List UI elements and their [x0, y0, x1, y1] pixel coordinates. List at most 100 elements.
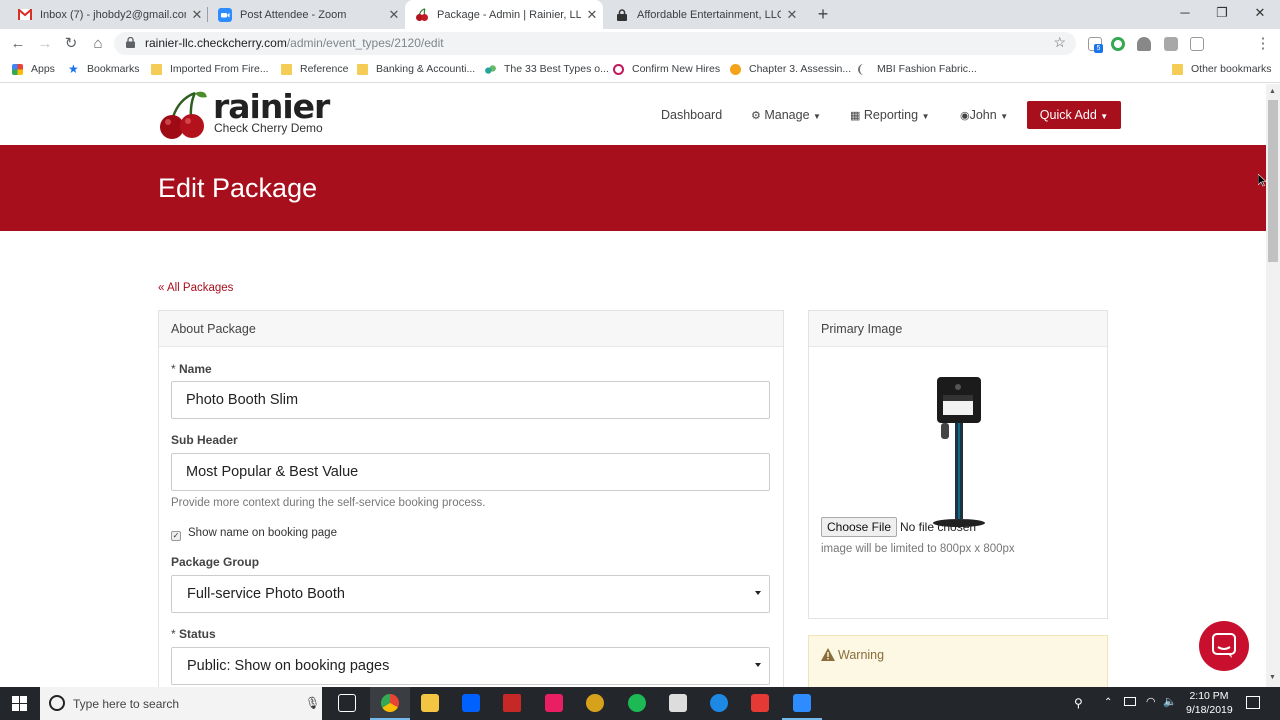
- bookmark-label: Chapter 3. Assessin...: [749, 63, 852, 75]
- cloud-extension-icon[interactable]: [1137, 37, 1151, 51]
- package-group-value: Full-service Photo Booth: [187, 586, 345, 602]
- back-icon[interactable]: ←: [7, 33, 29, 55]
- chat-widget-button[interactable]: [1199, 621, 1249, 671]
- page-header-banner: Edit Package: [0, 145, 1266, 231]
- scroll-up-arrow-icon[interactable]: ▲: [1269, 88, 1276, 95]
- chat-icon: [1212, 633, 1236, 658]
- name-label: * Name: [171, 362, 212, 376]
- warning-panel: Warning: [808, 635, 1108, 687]
- choose-file-button[interactable]: Choose File: [821, 517, 897, 537]
- crescent-icon: [858, 63, 869, 75]
- teamviewer-icon[interactable]: [710, 694, 728, 712]
- bookmark-apps[interactable]: Apps: [12, 63, 55, 75]
- app-red-icon[interactable]: [503, 694, 521, 712]
- subheader-input[interactable]: Most Popular & Best Value: [171, 453, 770, 491]
- bookmark-mbi-fashion[interactable]: MBI Fashion Fabric...: [858, 63, 977, 75]
- no-file-chosen-text: No file chosen: [900, 520, 977, 534]
- bookmark-33-best[interactable]: The 33 Best Types o...: [485, 63, 609, 75]
- bookmark-star-icon[interactable]: ☆: [1053, 34, 1066, 51]
- tab-close-icon[interactable]: ✕: [581, 7, 603, 23]
- folder-icon: [281, 63, 292, 75]
- warning-title: Warning: [838, 648, 885, 662]
- app-red-2-icon[interactable]: [751, 694, 769, 712]
- name-input[interactable]: Photo Booth Slim: [171, 381, 770, 419]
- taskbar-clock[interactable]: 2:10 PM 9/18/2019: [1186, 689, 1233, 717]
- star-icon: ★: [68, 61, 79, 76]
- tab-close-icon[interactable]: ✕: [383, 7, 405, 23]
- caret-down-icon: ▼: [1000, 112, 1009, 121]
- tab-label: Affordable Entertainment, LLC: [637, 8, 781, 21]
- nav-user-menu[interactable]: ◉John ▼: [960, 108, 1008, 122]
- page-scrollbar[interactable]: ▲ ▼: [1266, 84, 1280, 687]
- browser-tab-strip: Inbox (7) - jhobdy2@gmail.com ✕ Post Att…: [0, 0, 1280, 29]
- notifications-icon[interactable]: [1246, 696, 1260, 709]
- quick-add-button[interactable]: Quick Add ▼: [1027, 101, 1121, 129]
- address-bar[interactable]: rainier-llc.checkcherry.com/admin/event_…: [114, 32, 1076, 55]
- status-select[interactable]: Public: Show on booking pages: [171, 647, 770, 685]
- forward-icon[interactable]: →: [34, 33, 56, 55]
- nav-reporting-label: Reporting: [863, 108, 919, 122]
- bookmark-chapter-3[interactable]: Chapter 3. Assessin...: [730, 63, 851, 75]
- primary-image-panel: Primary Image Choose File No file chosen…: [808, 310, 1108, 619]
- cherry-logo-icon[interactable]: [157, 89, 209, 141]
- bookmark-banking[interactable]: Banking & Accounti...: [357, 63, 475, 75]
- tab-package-admin[interactable]: Package - Admin | Rainier, LLC ✕: [405, 0, 603, 29]
- extension-box-icon[interactable]: [1190, 37, 1204, 51]
- show-hidden-icons[interactable]: ⌃: [1104, 697, 1112, 708]
- cortana-circle-icon: [49, 695, 65, 711]
- chrome-taskbar-button[interactable]: [370, 687, 410, 720]
- zoom-icon: [218, 7, 232, 22]
- dropbox-icon[interactable]: [462, 694, 480, 712]
- tab-close-icon[interactable]: ✕: [781, 7, 803, 23]
- scroll-down-arrow-icon[interactable]: ▼: [1269, 674, 1276, 681]
- bookmark-other[interactable]: Other bookmarks: [1172, 63, 1272, 75]
- calculator-icon[interactable]: [669, 694, 687, 712]
- package-group-label: Package Group: [171, 555, 260, 569]
- tab-close-icon[interactable]: ✕: [186, 7, 208, 23]
- all-packages-link[interactable]: « All Packages: [158, 282, 233, 294]
- extension-grid-icon[interactable]: [1164, 37, 1178, 51]
- bookmark-label: Apps: [31, 63, 55, 75]
- battery-icon[interactable]: [1124, 697, 1136, 706]
- url-text: rainier-llc.checkcherry.com/admin/event_…: [145, 36, 444, 50]
- nav-manage[interactable]: ⚙ Manage ▼: [751, 108, 821, 122]
- site-navbar: rainier Check Cherry Demo Dashboard ⚙ Ma…: [0, 84, 1266, 145]
- file-explorer-icon[interactable]: [421, 694, 439, 712]
- select-caret-icon: [755, 663, 761, 667]
- bookmark-confirm-hires[interactable]: Confirm New Hires: [613, 63, 720, 75]
- close-window-button[interactable]: ✕: [1241, 0, 1279, 26]
- bookmark-reference[interactable]: Reference: [281, 63, 348, 75]
- nav-reporting[interactable]: ▦ Reporting ▼: [850, 108, 930, 122]
- nav-dashboard[interactable]: Dashboard: [661, 108, 722, 122]
- reload-icon[interactable]: ↻: [60, 33, 82, 55]
- spotify-icon[interactable]: [628, 694, 646, 712]
- volume-icon[interactable]: 🔈: [1163, 695, 1177, 708]
- photo-booth-image: [933, 377, 985, 527]
- extension-ring-icon[interactable]: [1111, 37, 1125, 51]
- bookmark-bookmarks[interactable]: ★ Bookmarks: [68, 61, 140, 76]
- bookmark-imported[interactable]: Imported From Fire...: [151, 63, 269, 75]
- page-title: Edit Package: [158, 173, 318, 203]
- app-pink-icon[interactable]: [545, 694, 563, 712]
- task-view-icon[interactable]: [338, 694, 356, 712]
- new-tab-button[interactable]: +: [813, 4, 833, 24]
- people-icon[interactable]: ⚲: [1074, 696, 1083, 710]
- home-icon[interactable]: ⌂: [87, 33, 109, 55]
- bookmark-label: Other bookmarks: [1191, 63, 1272, 75]
- app-yellow-icon[interactable]: [586, 694, 604, 712]
- zoom-taskbar-button[interactable]: [782, 687, 822, 720]
- tab-zoom[interactable]: Post Attendee - Zoom ✕: [208, 0, 405, 29]
- show-name-checkbox[interactable]: ✓: [171, 531, 181, 541]
- about-package-panel: About Package * Name Photo Booth Slim Su…: [158, 310, 784, 687]
- minimize-button[interactable]: ─: [1166, 0, 1204, 26]
- microphone-icon[interactable]: 🎙: [305, 696, 320, 710]
- scrollbar-thumb[interactable]: [1268, 100, 1278, 262]
- maximize-button[interactable]: ❐: [1203, 0, 1241, 26]
- wifi-icon[interactable]: ◠: [1146, 695, 1156, 708]
- windows-start-icon[interactable]: [12, 696, 27, 711]
- tab-gmail[interactable]: Inbox (7) - jhobdy2@gmail.com ✕: [8, 0, 208, 29]
- package-group-select[interactable]: Full-service Photo Booth: [171, 575, 770, 613]
- browser-menu-icon[interactable]: ⋮: [1252, 33, 1274, 55]
- tab-affordable-entertainment[interactable]: Affordable Entertainment, LLC ✕: [605, 0, 803, 29]
- taskbar-search-box[interactable]: Type here to search 🎙: [40, 687, 322, 720]
